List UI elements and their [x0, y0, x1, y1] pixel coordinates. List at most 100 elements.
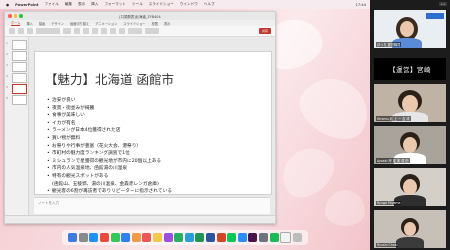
chrome-icon[interactable] [100, 233, 110, 242]
menu-item[interactable]: スライドショー [149, 2, 174, 7]
close-window-button[interactable] [8, 14, 12, 18]
word-icon[interactable] [205, 233, 215, 242]
participant-face [404, 222, 416, 236]
menu-item[interactable]: 編集 [65, 2, 72, 7]
participant-tile[interactable]: Hiromu 北 上 一 吉 成 [374, 84, 446, 122]
calendar-icon[interactable] [142, 233, 152, 242]
tab-review[interactable]: 校閲 [152, 21, 158, 26]
numbering-icon[interactable] [110, 28, 116, 34]
bullet-text: イカが有名 [52, 120, 76, 126]
shapes-icon[interactable] [128, 28, 142, 34]
menu-item[interactable]: ヘルプ [204, 2, 215, 7]
bullet-text: (函館山、五稜郭、湯の川温泉、金森赤レンガ倉庫) [52, 181, 159, 187]
participant-face [403, 137, 417, 153]
messages-icon[interactable] [110, 233, 120, 242]
editor-area: 1 2 3 4 5 6 【魅力】北海道 函館市 • 治安が良い • 夜景・街並みが綺… [5, 37, 275, 215]
bullet-item: • 市町村の魅力度ランキング調査で1位 [47, 150, 172, 158]
downloads-icon[interactable] [280, 232, 292, 243]
tab-animations[interactable]: アニメーション [95, 21, 117, 26]
slide-title[interactable]: 【魅力】北海道 函館市 [45, 69, 174, 88]
participant-name: Ryushi Chaki [376, 243, 399, 247]
bullet-item: • ミシュランで星獲得の観光地が市内に20個以上ある [47, 158, 172, 166]
app-store-icon[interactable] [184, 233, 194, 242]
slack-icon[interactable] [248, 233, 258, 242]
launchpad-icon[interactable] [78, 233, 88, 242]
bullets-icon[interactable] [101, 28, 107, 34]
participant-tile[interactable]: Ryushi Chaki [374, 210, 446, 248]
share-button[interactable]: 共有 [258, 28, 271, 34]
participant-name: Ayaaki 岸 能 実 成 田 [376, 158, 410, 163]
photos-icon[interactable] [131, 233, 141, 242]
bullet-item: • 治安が良い [47, 97, 172, 105]
tab-home[interactable]: ホーム [11, 20, 21, 26]
menu-app-name[interactable]: PowerPoint [15, 3, 38, 7]
bullet-text: お祭りや行事が豊富（花火大会、港祭り） [52, 143, 142, 149]
participant-tile[interactable]: Ayaaki 岸 能 実 成 田 [374, 126, 446, 164]
menu-item[interactable]: ファイル [44, 2, 58, 7]
tab-view[interactable]: 表示 [164, 21, 170, 26]
arrange-icon[interactable] [145, 28, 159, 34]
tab-draw[interactable]: 描画 [39, 21, 45, 26]
zoom-window-button[interactable] [19, 14, 23, 18]
slide-thumbnail[interactable] [12, 51, 27, 61]
tab-slideshow[interactable]: スライドショー [123, 21, 145, 26]
bold-icon[interactable] [74, 28, 80, 34]
slide-canvas[interactable]: 【魅力】北海道 函館市 • 治安が良い • 夜景・街並みが綺麗 • 食事が美味しい •… [34, 51, 272, 195]
bullet-item: (函館山、五稜郭、湯の川温泉、金森赤レンガ倉庫) [47, 181, 172, 189]
ops-label-tile[interactable]: 【運営】宮崎 [374, 58, 446, 80]
tab-insert[interactable]: 挿入 [26, 21, 32, 26]
zoom-icon[interactable] [237, 233, 247, 242]
bullet-item: • イカが有名 [47, 120, 172, 128]
menu-bar: ● PowerPoint ファイル 編集 表示 挿入 フォーマット ツール スラ… [0, 0, 370, 9]
apple-icon[interactable]: ● [6, 3, 9, 7]
menu-item[interactable]: 表示 [78, 2, 85, 7]
mail-icon[interactable] [121, 233, 131, 242]
bullet-item: • 夜景・街並みが綺麗 [47, 105, 172, 113]
menu-item[interactable]: ツール [132, 2, 143, 7]
notes-pane[interactable]: ノートを入力 [34, 197, 270, 214]
bullet-item: • お祭りや行事が豊富（花火大会、港祭り） [47, 143, 172, 151]
font-size-selector[interactable] [63, 28, 71, 34]
slide-thumbnail-selected[interactable] [12, 84, 27, 94]
underline-icon[interactable] [92, 28, 98, 34]
minimize-window-button[interactable] [13, 14, 17, 18]
notes-placeholder: ノートを入力 [38, 201, 59, 205]
layout-icon[interactable] [27, 28, 33, 34]
participant-name: Hiromu 北 上 一 吉 成 [376, 116, 411, 121]
notes-icon[interactable] [153, 233, 163, 242]
italic-icon[interactable] [83, 28, 89, 34]
bullet-list[interactable]: • 治安が良い • 夜景・街並みが綺麗 • 食事が美味しい • イカが有名 • ラーメンが… [47, 97, 172, 196]
settings-icon[interactable] [258, 233, 268, 242]
participant-tile[interactable]: Ryugo Miyama [374, 168, 446, 206]
finder-icon[interactable] [68, 233, 78, 242]
trash-icon[interactable] [292, 233, 302, 242]
powerpoint-icon[interactable] [216, 233, 226, 242]
menu-item[interactable]: ウインドウ [180, 2, 198, 7]
line-icon[interactable] [227, 233, 237, 242]
facetime-icon[interactable] [174, 233, 184, 242]
menu-item[interactable]: 挿入 [91, 2, 98, 7]
safari-icon[interactable] [89, 233, 99, 242]
font-selector[interactable] [36, 28, 60, 34]
align-icon[interactable] [119, 28, 125, 34]
participant-tile[interactable]: ほっち 運営職員 [374, 10, 446, 48]
menu-item[interactable]: フォーマット [104, 2, 126, 7]
slide-thumbnail[interactable] [12, 62, 27, 72]
slide-thumbnail[interactable] [12, 73, 27, 83]
more-options-button[interactable]: ••• [439, 2, 447, 6]
slide-thumbnail[interactable] [12, 40, 27, 50]
slide-number: 3 [6, 63, 8, 67]
paste-icon[interactable] [9, 28, 15, 34]
new-slide-icon[interactable] [18, 28, 24, 34]
podcasts-icon[interactable] [163, 233, 173, 242]
slide-thumbnail[interactable] [12, 95, 27, 105]
participant-name: Ryugo Miyama [376, 201, 402, 205]
participant-face [400, 21, 414, 37]
tab-transitions[interactable]: 画面切り替え [70, 21, 89, 26]
excel-icon[interactable] [195, 233, 205, 242]
tab-design[interactable]: デザイン [51, 21, 64, 26]
menu-clock: 17:44 [355, 2, 366, 7]
bullet-item: • 特有の観光スポットがある [47, 173, 172, 181]
bullet-text: ラーメンが日本4位獲得された店 [52, 128, 121, 134]
music-icon[interactable] [269, 233, 279, 242]
